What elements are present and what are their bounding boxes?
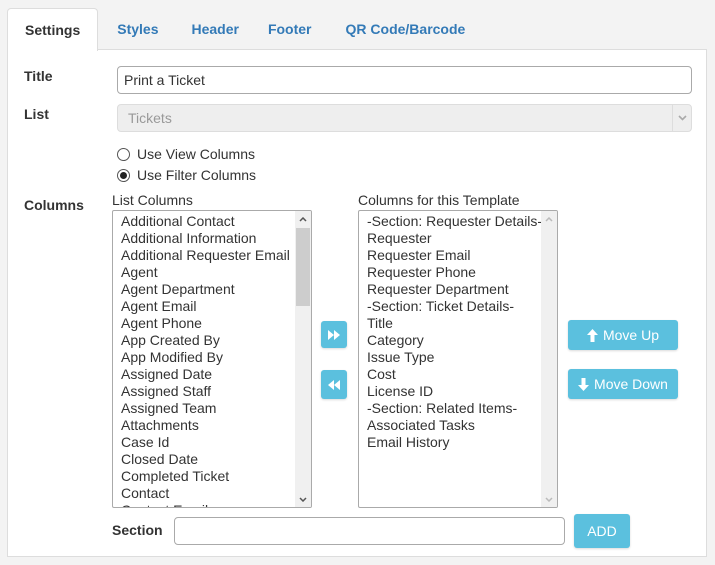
move-up-button[interactable]: Move Up xyxy=(568,320,678,350)
radio-button-checked[interactable] xyxy=(117,168,130,182)
section-input[interactable] xyxy=(174,517,565,545)
list-item[interactable]: Cost xyxy=(367,366,557,383)
arrow-up-icon xyxy=(586,328,598,342)
list-item[interactable]: Requester Email xyxy=(367,247,557,264)
list-item[interactable]: Issue Type xyxy=(367,349,557,366)
list-item[interactable]: Agent Department xyxy=(121,281,311,298)
scroll-down-icon[interactable] xyxy=(541,491,557,507)
scroll-up-icon[interactable] xyxy=(295,211,311,227)
list-item[interactable]: -Section: Requester Details- xyxy=(367,213,557,230)
radio-use-view-columns[interactable]: Use View Columns xyxy=(117,146,255,162)
fast-forward-icon xyxy=(328,327,340,343)
list-item[interactable]: Contact xyxy=(121,485,311,502)
list-label: List xyxy=(24,106,49,122)
list-item[interactable]: Agent xyxy=(121,264,311,281)
tab-styles[interactable]: Styles xyxy=(98,8,180,50)
tab-settings[interactable]: Settings xyxy=(7,8,99,51)
list-item[interactable]: Email History xyxy=(367,434,557,451)
list-item[interactable]: Assigned Date xyxy=(121,366,311,383)
list-item[interactable]: -Section: Ticket Details- xyxy=(367,298,557,315)
move-down-button[interactable]: Move Down xyxy=(568,369,678,399)
title-input[interactable]: Print a Ticket xyxy=(117,66,692,94)
list-columns-label: List Columns xyxy=(112,192,193,208)
list-item[interactable]: Requester xyxy=(367,230,557,247)
list-item[interactable]: Category xyxy=(367,332,557,349)
list-columns-listbox[interactable]: Additional Contact Additional Information… xyxy=(112,210,312,508)
list-item[interactable]: Associated Tasks xyxy=(367,417,557,434)
scrollbar-thumb[interactable] xyxy=(296,228,310,306)
list-item[interactable]: Agent Email xyxy=(121,298,311,315)
list-item[interactable]: Case Id xyxy=(121,434,311,451)
template-columns-items: -Section: Requester Details- Requester Req… xyxy=(359,211,557,451)
tab-header[interactable]: Header xyxy=(180,8,267,50)
radio-button[interactable] xyxy=(117,147,130,161)
list-item[interactable]: Additional Information xyxy=(121,230,311,247)
arrow-down-icon xyxy=(578,377,590,391)
move-down-label: Move Down xyxy=(594,376,668,392)
columns-label: Columns xyxy=(24,197,84,213)
list-item[interactable]: Requester Department xyxy=(367,281,557,298)
radio-label: Use Filter Columns xyxy=(137,167,257,183)
radio-use-filter-columns[interactable]: Use Filter Columns xyxy=(117,167,256,183)
template-columns-label: Columns for this Template xyxy=(358,192,520,208)
list-select[interactable]: Tickets xyxy=(117,104,692,132)
settings-panel: Title Print a Ticket List Tickets Use Vi… xyxy=(7,49,707,557)
list-item[interactable]: Assigned Staff xyxy=(121,383,311,400)
tab-footer[interactable]: Footer xyxy=(268,8,346,50)
add-all-button[interactable] xyxy=(321,321,347,348)
add-section-button[interactable]: ADD xyxy=(574,514,630,548)
title-label: Title xyxy=(24,68,53,84)
section-label: Section xyxy=(112,522,163,538)
list-item[interactable]: Agent Phone xyxy=(121,315,311,332)
list-item[interactable]: Requester Phone xyxy=(367,264,557,281)
list-item[interactable]: Assigned Team xyxy=(121,400,311,417)
list-item[interactable]: App Created By xyxy=(121,332,311,349)
list-item[interactable]: Additional Contact xyxy=(121,213,311,230)
template-columns-scrollbar[interactable] xyxy=(541,211,557,507)
list-item[interactable]: Contact Email xyxy=(121,502,311,507)
list-item[interactable]: Closed Date xyxy=(121,451,311,468)
list-item[interactable]: App Modified By xyxy=(121,349,311,366)
list-item[interactable]: -Section: Related Items- xyxy=(367,400,557,417)
template-columns-listbox[interactable]: -Section: Requester Details- Requester Req… xyxy=(358,210,558,508)
tab-qr-code-barcode[interactable]: QR Code/Barcode xyxy=(346,8,483,50)
list-item[interactable]: License ID xyxy=(367,383,557,400)
list-item[interactable]: Attachments xyxy=(121,417,311,434)
move-up-label: Move Up xyxy=(602,327,660,343)
remove-all-button[interactable] xyxy=(321,370,347,399)
list-item[interactable]: Title xyxy=(367,315,557,332)
fast-backward-icon xyxy=(328,377,340,393)
tab-bar: Settings Styles Header Footer QR Code/Ba… xyxy=(7,8,707,51)
list-select-value: Tickets xyxy=(128,110,172,126)
scroll-up-icon[interactable] xyxy=(541,211,557,227)
list-columns-items: Additional Contact Additional Information… xyxy=(113,211,311,507)
list-item[interactable]: Completed Ticket xyxy=(121,468,311,485)
list-columns-scrollbar[interactable] xyxy=(295,211,311,507)
list-item[interactable]: Additional Requester Email xyxy=(121,247,311,264)
scroll-down-icon[interactable] xyxy=(295,491,311,507)
chevron-down-icon xyxy=(672,105,691,131)
radio-label: Use View Columns xyxy=(137,146,256,162)
